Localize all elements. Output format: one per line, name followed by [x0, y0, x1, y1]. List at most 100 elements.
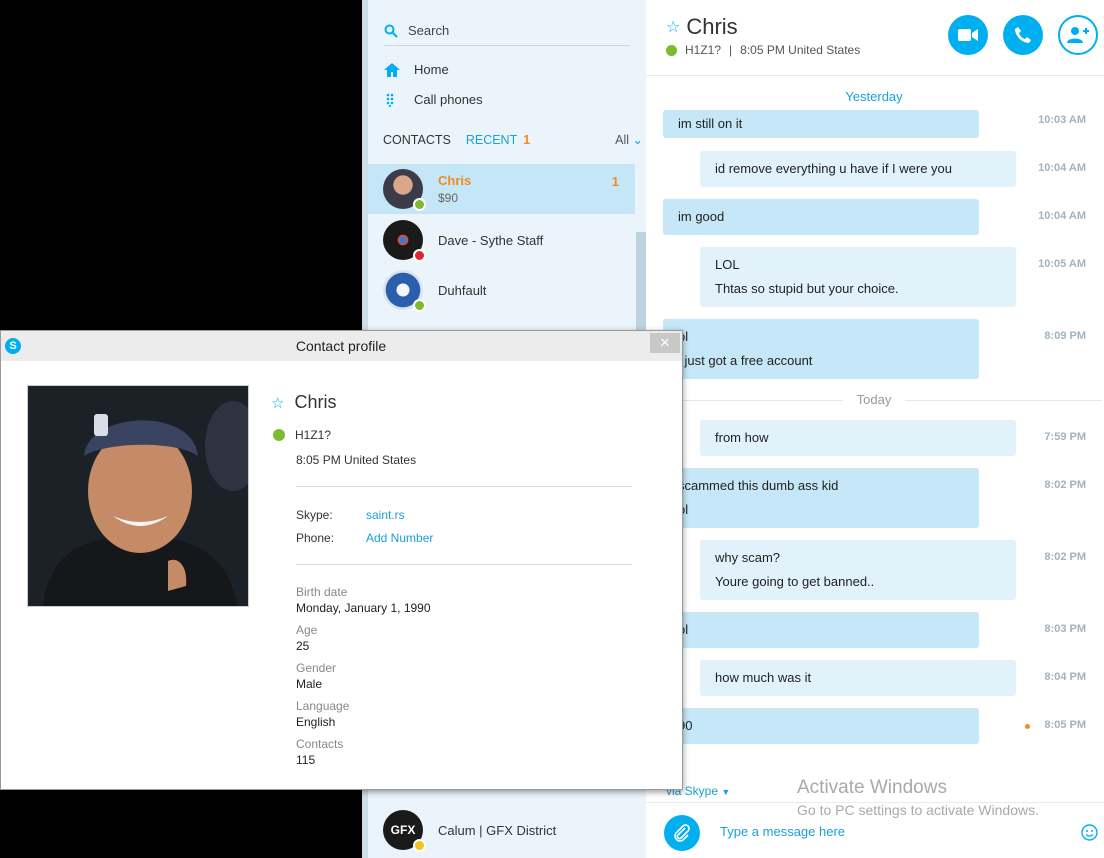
message-bubble: from how [700, 420, 1016, 456]
star-icon[interactable]: ☆ [271, 394, 284, 412]
message-text: i just got a free account [678, 353, 813, 368]
nav-home-label: Home [414, 62, 449, 77]
detail-value: 115 [296, 753, 316, 767]
filter-dropdown[interactable]: All ⌄ [615, 132, 643, 147]
message-time: 10:04 AM [1038, 210, 1086, 222]
nav-call-phones[interactable]: Call phones [384, 92, 483, 107]
message-time: 8:04 PM [1044, 671, 1086, 683]
home-icon [384, 62, 400, 77]
contact-profile-dialog: S Contact profile ✕ ☆ Chris H1Z1? 8:05 P… [0, 330, 683, 790]
message-text: from how [715, 430, 769, 445]
message-time: 8:03 PM [1044, 623, 1086, 635]
day-label: Today [842, 392, 906, 407]
recent-count-badge: 1 [523, 132, 531, 147]
detail-value: English [296, 715, 336, 729]
divider [296, 564, 632, 565]
phone-icon [1015, 27, 1031, 43]
status-online-icon [666, 44, 677, 56]
detail-label: Contacts [296, 737, 344, 751]
divider [296, 486, 632, 487]
detail-value: Male [296, 677, 323, 691]
contact-subtitle: $90 [438, 191, 459, 205]
message-bubble: LOL Thtas so stupid but your choice. [700, 247, 1016, 307]
contact-item-chris[interactable]: Chris $90 1 [368, 164, 635, 214]
add-number-link[interactable]: Add Number [366, 531, 433, 545]
emoticon-icon[interactable] [1081, 824, 1098, 841]
video-call-button[interactable] [948, 15, 988, 55]
message-bubble: how much was it [700, 660, 1016, 696]
dialog-title: Contact profile [295, 338, 387, 354]
attach-button[interactable] [664, 815, 700, 851]
nav-call-phones-label: Call phones [414, 92, 483, 107]
avatar [383, 220, 426, 262]
avatar [383, 169, 426, 211]
message-bubble: id remove everything u have if I were yo… [700, 151, 1016, 187]
message-bubble: scammed this dumb ass kid ol [663, 468, 979, 528]
profile-mood-row: H1Z1? [273, 428, 331, 442]
paperclip-icon [674, 824, 690, 842]
search-icon [384, 24, 398, 38]
add-person-icon [1067, 27, 1089, 43]
contact-name: Chris [438, 173, 472, 188]
add-participant-button[interactable] [1058, 15, 1098, 55]
message-text: scammed this dumb ass kid [678, 478, 839, 493]
sending-indicator [1025, 724, 1030, 729]
message-bubble: why scam? Youre going to get banned.. [700, 540, 1016, 600]
message-time: 8:09 PM [1044, 330, 1086, 342]
message-bubble: 90 [663, 708, 979, 744]
message-text: Youre going to get banned.. [715, 574, 875, 589]
profile-name: Chris [294, 392, 337, 412]
status-busy-icon [413, 249, 426, 262]
message-text: im good [678, 209, 725, 224]
profile-mood: H1Z1? [295, 428, 332, 442]
phone-label: Phone: [296, 531, 335, 545]
tab-recent[interactable]: RECENT [466, 133, 517, 147]
profile-local-time: 8:05 PM United States [296, 453, 417, 467]
star-icon[interactable]: ☆ [666, 17, 680, 37]
detail-label: Birth date [296, 585, 348, 599]
day-separator-yesterday: Yesterday [845, 89, 903, 104]
skype-id-label: Skype: [296, 508, 333, 522]
message-bubble: im still on it [663, 110, 979, 138]
contact-item-calum[interactable]: GFX Calum | GFX District [368, 805, 635, 855]
message-text: LOL [715, 257, 740, 272]
detail-label: Language [296, 699, 350, 713]
message-time: 8:05 PM [1044, 719, 1086, 731]
contacts-scrollbar[interactable] [636, 232, 646, 332]
video-camera-icon [958, 29, 978, 41]
caret-down-icon: ▼ [721, 787, 731, 797]
dialog-titlebar[interactable]: S Contact profile ✕ [1, 331, 682, 361]
detail-value: 25 [296, 639, 310, 653]
contact-item-dave[interactable]: Dave - Sythe Staff [368, 215, 635, 265]
profile-photo [27, 385, 249, 607]
message-time: 8:02 PM [1044, 479, 1086, 491]
search-label: Search [408, 23, 450, 38]
contact-name: Chris [686, 14, 738, 39]
close-button[interactable]: ✕ [650, 333, 680, 353]
local-time: 8:05 PM United States [740, 43, 861, 57]
message-input[interactable]: Type a message here [720, 824, 845, 839]
message-time: 10:04 AM [1038, 162, 1086, 174]
status-online-icon [413, 299, 426, 312]
day-separator-today: Today [646, 392, 1102, 407]
search-box[interactable]: Search [384, 16, 630, 46]
conversation-subtitle: H1Z1? | 8:05 PM United States [666, 43, 860, 57]
status-away-icon [413, 839, 426, 852]
contact-item-duhfault[interactable]: Duhfault [368, 265, 635, 315]
conversation-title: ☆ Chris [666, 14, 738, 40]
message-text: im still on it [678, 116, 743, 131]
skype-id-value[interactable]: saint.rs [366, 508, 405, 522]
nav-home[interactable]: Home [384, 62, 449, 77]
contact-tabs: CONTACTS RECENT 1 All ⌄ [383, 132, 643, 148]
tab-contacts[interactable]: CONTACTS [383, 133, 451, 147]
contact-name: Calum | GFX District [438, 822, 557, 838]
audio-call-button[interactable] [1003, 15, 1043, 55]
detail-birth-date: Birth date Monday, January 1, 1990 [296, 585, 431, 615]
message-text: 90 [678, 718, 693, 733]
message-time: 7:59 PM [1044, 431, 1086, 443]
profile-name-row: ☆ Chris [271, 392, 336, 413]
unread-badge: 1 [611, 174, 619, 189]
message-bubble: im good [663, 199, 979, 235]
avatar: GFX [383, 810, 426, 852]
activate-windows-title: Activate Windows [797, 777, 947, 798]
